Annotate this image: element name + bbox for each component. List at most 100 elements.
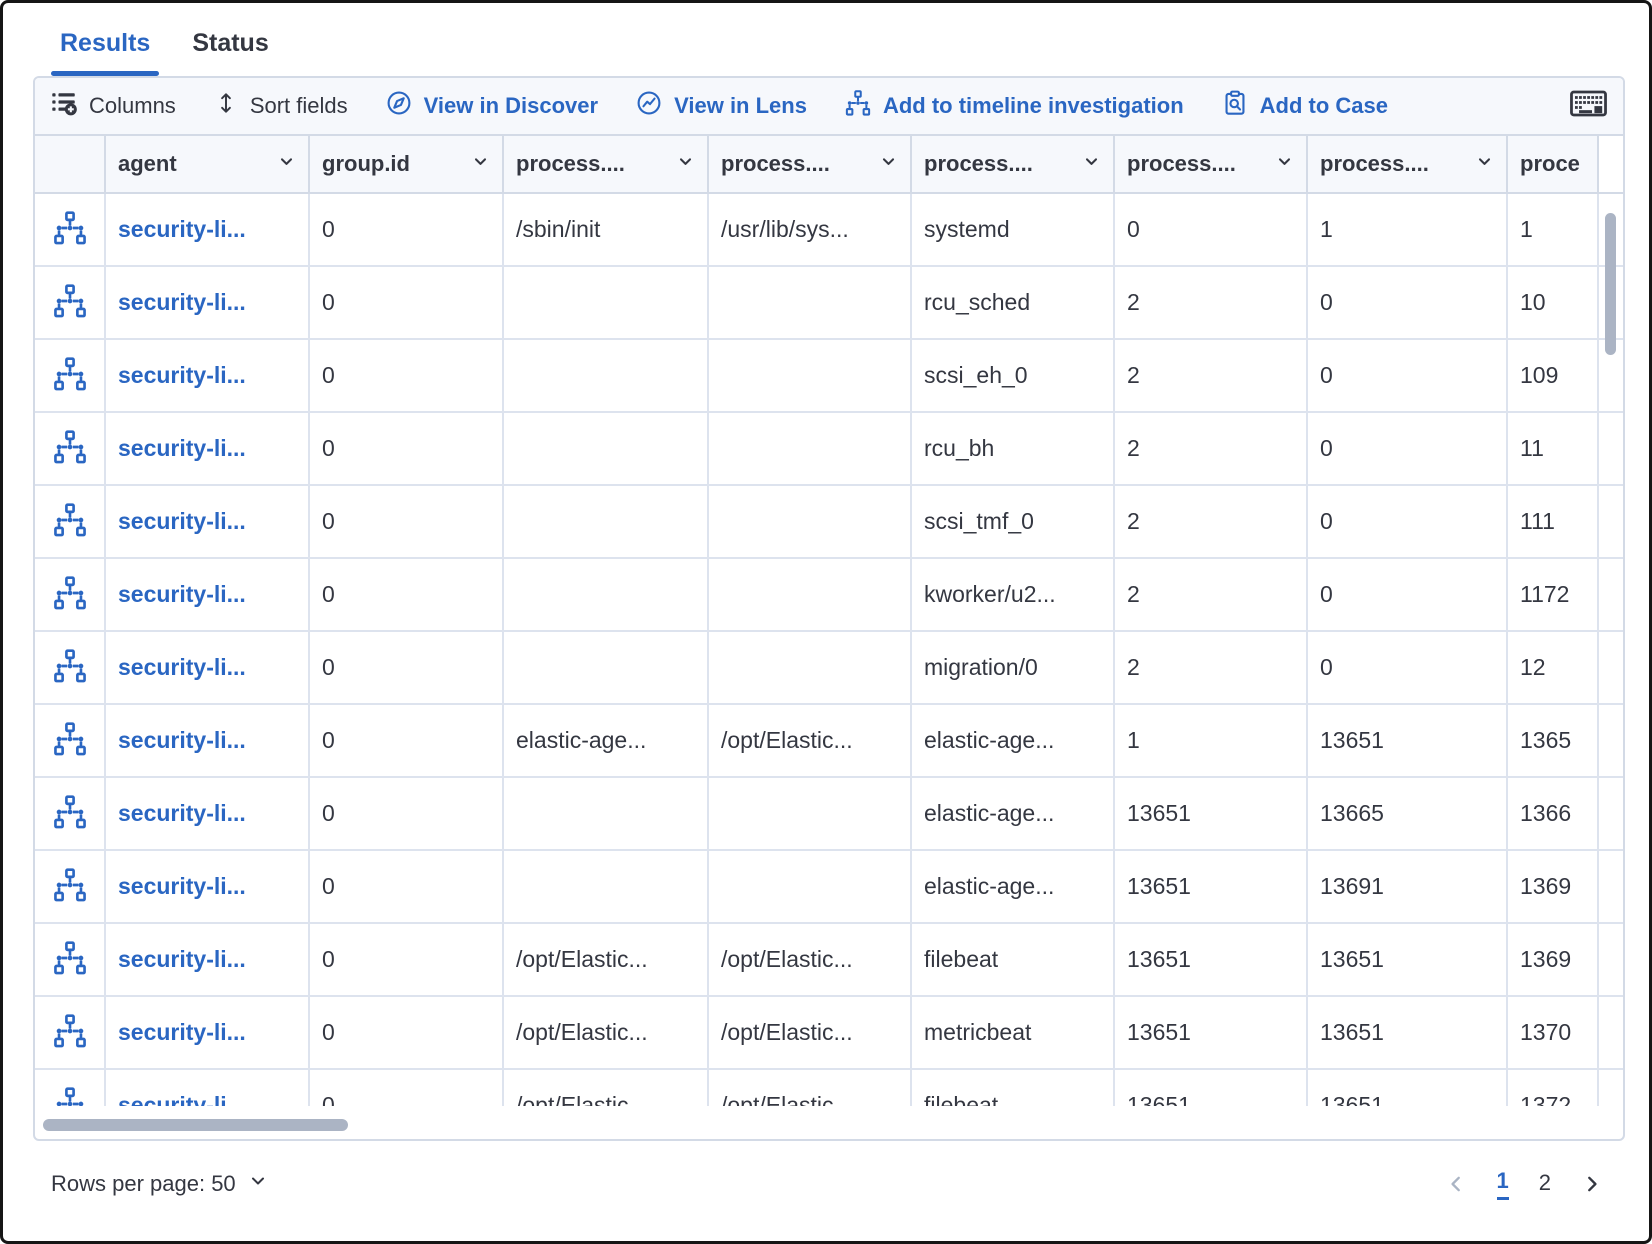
- cell-group-id: 0: [310, 413, 504, 484]
- agent-link[interactable]: security-li...: [118, 873, 246, 900]
- cell-process-5: 13651: [1308, 1070, 1508, 1106]
- analyze-event-icon: [53, 941, 87, 978]
- view-in-lens-button[interactable]: View in Lens: [636, 90, 807, 122]
- agent-link[interactable]: security-li...: [118, 289, 246, 316]
- cell-process-5: 0: [1308, 559, 1508, 630]
- cell-process-6: 109: [1508, 340, 1599, 411]
- discover-compass-icon: [386, 90, 412, 122]
- analyze-event-icon: [53, 1087, 87, 1106]
- cell-process-2: [709, 486, 912, 557]
- cell-process-2: /opt/Elastic...: [709, 705, 912, 776]
- analyze-event-button[interactable]: [53, 722, 87, 759]
- keyboard-shortcuts-button[interactable]: [1570, 90, 1607, 122]
- analyze-event-button[interactable]: [53, 211, 87, 248]
- cell-process-2: [709, 559, 912, 630]
- header-process-5[interactable]: process....: [1308, 136, 1508, 192]
- rows-per-page-label: Rows per page: 50: [51, 1171, 236, 1197]
- sort-fields-button[interactable]: Sort fields: [214, 91, 348, 121]
- cell-row-actions: [35, 778, 106, 849]
- cell-agent: security-li...: [106, 705, 310, 776]
- vertical-scrollbar[interactable]: [1605, 213, 1616, 355]
- cell-process-6: 1369: [1508, 924, 1599, 995]
- header-process-1[interactable]: process....: [504, 136, 709, 192]
- cell-process-3: filebeat: [912, 924, 1115, 995]
- agent-link[interactable]: security-li...: [118, 946, 246, 973]
- analyze-event-button[interactable]: [53, 1087, 87, 1106]
- cell-process-4: 2: [1115, 486, 1308, 557]
- add-to-case-button[interactable]: Add to Case: [1222, 90, 1388, 122]
- agent-link[interactable]: security-li...: [118, 1019, 246, 1046]
- tab-results[interactable]: Results: [60, 29, 150, 76]
- page-2-button[interactable]: 2: [1539, 1170, 1551, 1199]
- horizontal-scrollbar[interactable]: [43, 1119, 348, 1131]
- analyze-event-button[interactable]: [53, 795, 87, 832]
- header-process-6-clipped[interactable]: proce: [1508, 136, 1599, 192]
- analyze-event-button[interactable]: [53, 649, 87, 686]
- cell-row-actions: [35, 851, 106, 922]
- table-row: security-li... 0 scsi_tmf_0 2 0 111: [35, 486, 1623, 559]
- analyze-event-icon: [53, 503, 87, 540]
- view-in-lens-label: View in Lens: [674, 93, 807, 119]
- case-clipboard-icon: [1222, 90, 1248, 122]
- header-process-4[interactable]: process....: [1115, 136, 1308, 192]
- agent-link[interactable]: security-li...: [118, 362, 246, 389]
- analyze-event-button[interactable]: [53, 503, 87, 540]
- cell-process-5: 13691: [1308, 851, 1508, 922]
- agent-link[interactable]: security-li...: [118, 581, 246, 608]
- header-process-3[interactable]: process....: [912, 136, 1115, 192]
- agent-link[interactable]: security-li...: [118, 435, 246, 462]
- cell-process-1: /opt/Elastic...: [504, 1070, 709, 1106]
- header-agent[interactable]: agent: [106, 136, 310, 192]
- cell-process-5: 0: [1308, 340, 1508, 411]
- cell-row-actions: [35, 997, 106, 1068]
- table-row: security-li... 0 /opt/Elastic... /opt/El…: [35, 924, 1623, 997]
- analyze-event-button[interactable]: [53, 868, 87, 905]
- analyze-event-button[interactable]: [53, 284, 87, 321]
- agent-link[interactable]: security-li...: [118, 508, 246, 535]
- analyze-event-button[interactable]: [53, 1014, 87, 1051]
- header-process-2[interactable]: process....: [709, 136, 912, 192]
- tab-status[interactable]: Status: [192, 29, 268, 76]
- cell-process-4: 13651: [1115, 1070, 1308, 1106]
- columns-button[interactable]: Columns: [51, 90, 176, 122]
- cell-group-id: 0: [310, 632, 504, 703]
- cell-process-2: [709, 851, 912, 922]
- cell-process-4: 13651: [1115, 924, 1308, 995]
- previous-page-icon[interactable]: [1445, 1173, 1467, 1195]
- add-to-timeline-button[interactable]: Add to timeline investigation: [845, 90, 1184, 122]
- agent-link[interactable]: security-li...: [118, 1092, 246, 1106]
- analyze-event-icon: [53, 1014, 87, 1051]
- cell-process-4: 2: [1115, 413, 1308, 484]
- cell-row-actions: [35, 924, 106, 995]
- cell-process-2: /opt/Elastic...: [709, 1070, 912, 1106]
- agent-link[interactable]: security-li...: [118, 727, 246, 754]
- cell-group-id: 0: [310, 997, 504, 1068]
- table-row: security-li... 0 elastic-age... 13651 13…: [35, 778, 1623, 851]
- analyze-event-button[interactable]: [53, 576, 87, 613]
- analyze-event-button[interactable]: [53, 430, 87, 467]
- next-page-icon[interactable]: [1581, 1173, 1603, 1195]
- view-in-discover-button[interactable]: View in Discover: [386, 90, 598, 122]
- chevron-down-icon: [1275, 151, 1294, 177]
- page-1-button[interactable]: 1: [1497, 1168, 1509, 1200]
- add-to-timeline-label: Add to timeline investigation: [883, 93, 1184, 119]
- cell-agent: security-li...: [106, 486, 310, 557]
- header-group-id[interactable]: group.id: [310, 136, 504, 192]
- cell-process-6: 11: [1508, 413, 1599, 484]
- cell-process-1: [504, 778, 709, 849]
- analyze-event-icon: [53, 357, 87, 394]
- cell-process-2: /opt/Elastic...: [709, 924, 912, 995]
- cell-process-6: 1372: [1508, 1070, 1599, 1106]
- cell-row-actions: [35, 340, 106, 411]
- add-to-case-label: Add to Case: [1260, 93, 1388, 119]
- agent-link[interactable]: security-li...: [118, 800, 246, 827]
- cell-process-4: 2: [1115, 632, 1308, 703]
- agent-link[interactable]: security-li...: [118, 654, 246, 681]
- analyze-event-button[interactable]: [53, 941, 87, 978]
- agent-link[interactable]: security-li...: [118, 216, 246, 243]
- cell-process-3: scsi_eh_0: [912, 340, 1115, 411]
- cell-process-2: [709, 267, 912, 338]
- analyze-event-button[interactable]: [53, 357, 87, 394]
- rows-per-page-select[interactable]: Rows per page: 50: [51, 1171, 268, 1197]
- analyze-event-icon: [53, 284, 87, 321]
